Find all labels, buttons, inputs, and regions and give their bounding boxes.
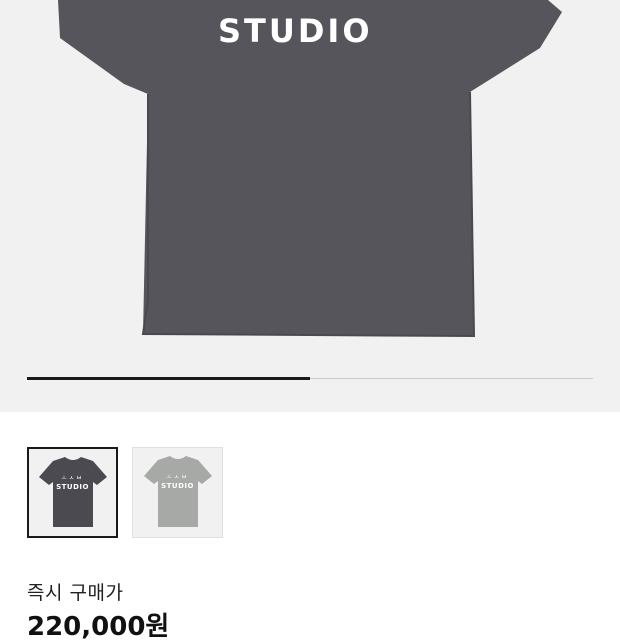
thumbnail-dark-mark: ㅗㅅㅂ	[61, 475, 84, 482]
thumbnail-dark-shirt	[39, 457, 107, 527]
thumbnail-gray-label: STUDIO	[161, 482, 194, 490]
tshirt-image	[58, 0, 562, 338]
thumbnail-dark-label: STUDIO	[56, 483, 89, 491]
thumbnail-gray[interactable]: ㅗㅅㅂ STUDIO	[132, 447, 223, 538]
price-value: 220,000원	[27, 612, 170, 642]
thumbnail-gray-shirt	[144, 456, 212, 527]
thumbnail-list: ㅗㅅㅂ STUDIO ㅗㅅㅂ STUDIO	[27, 447, 223, 538]
gallery-progress-fill	[27, 377, 310, 380]
shirt-print-text: STUDIO	[218, 12, 373, 50]
product-image-area[interactable]: STUDIO	[0, 0, 620, 412]
tshirt-body	[58, 0, 562, 336]
price-label: 즉시 구매가	[27, 582, 124, 604]
gallery-progress-bar	[27, 377, 593, 380]
thumbnail-dark[interactable]: ㅗㅅㅂ STUDIO	[27, 447, 118, 538]
thumbnail-gray-mark: ㅗㅅㅂ	[166, 474, 189, 481]
